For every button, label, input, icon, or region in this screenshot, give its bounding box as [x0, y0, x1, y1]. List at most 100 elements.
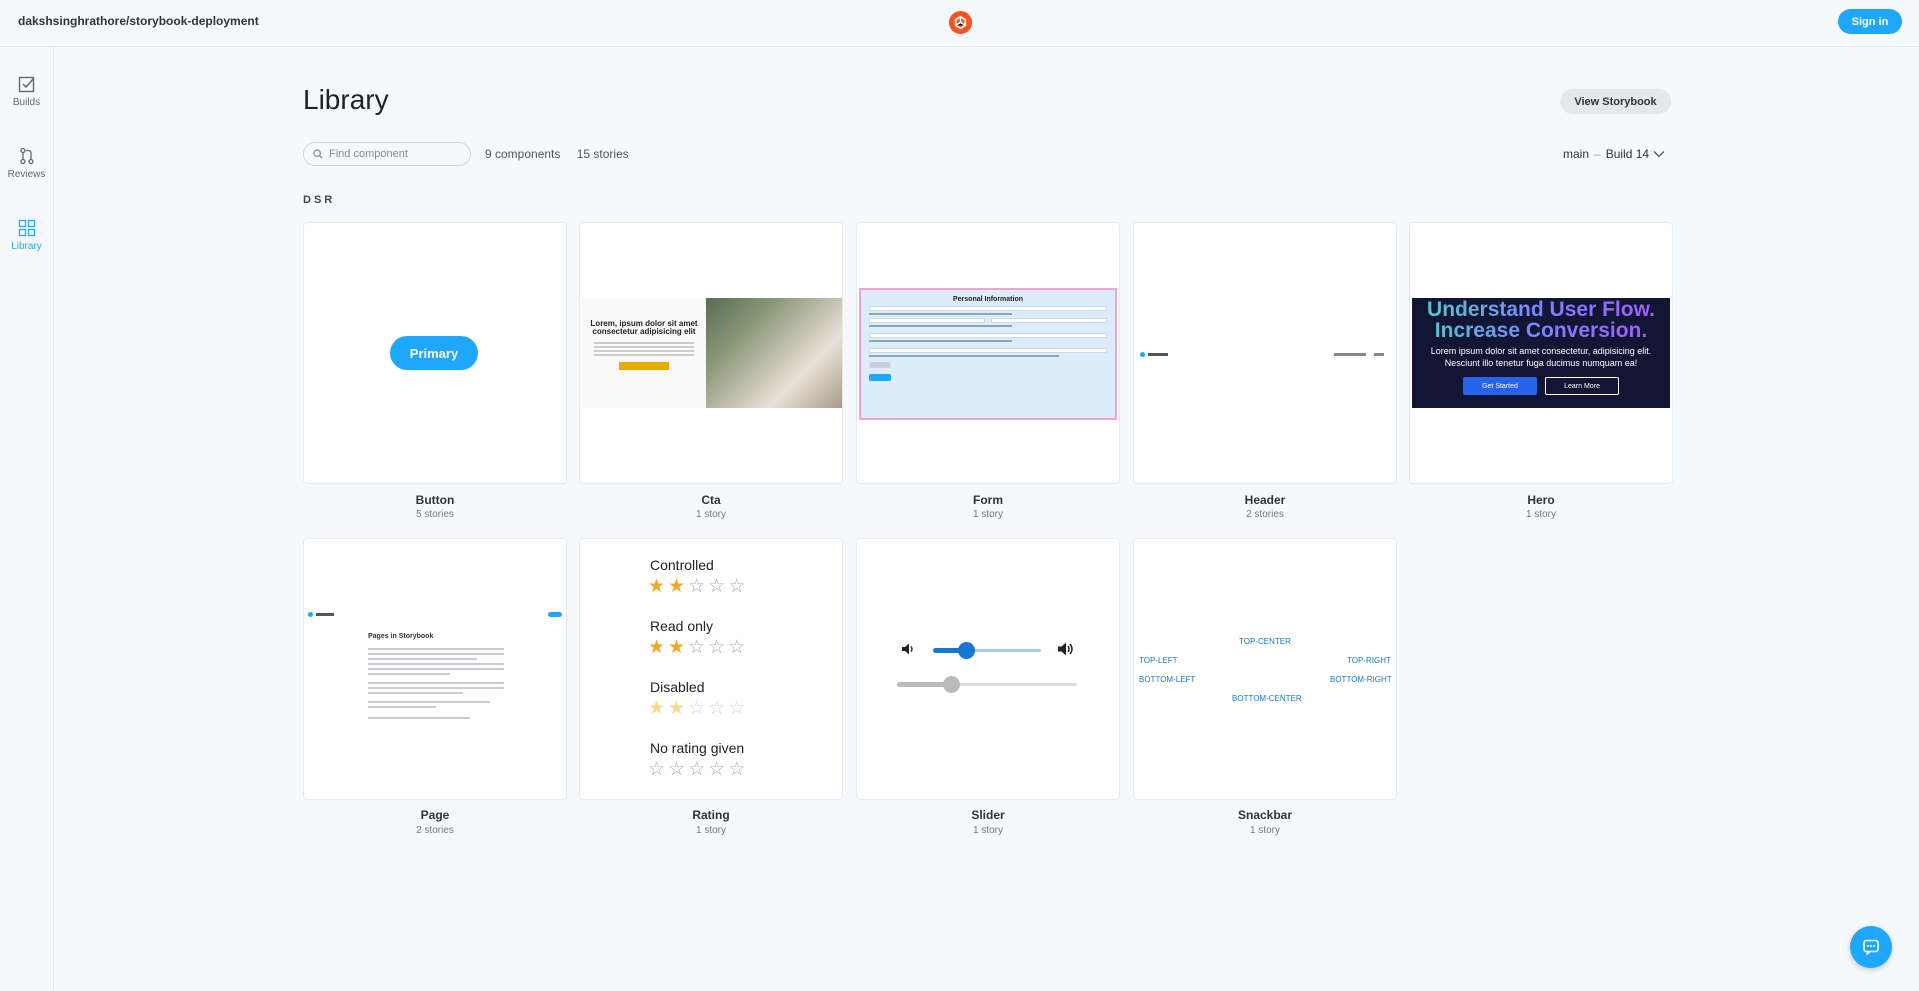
- counts: 9 components 15 stories: [485, 147, 642, 161]
- cta-paragraph: [594, 342, 694, 356]
- star-empty-icon: ☆: [728, 576, 746, 597]
- build-number: Build 14: [1605, 147, 1650, 161]
- star-filled-icon: ★: [668, 576, 686, 597]
- sign-in-button[interactable]: Sign in: [1838, 9, 1902, 34]
- hero-preview: Understand User Flow. Increase Conversio…: [1412, 298, 1670, 408]
- star-filled-icon: ★: [648, 576, 666, 597]
- header-brand: [1148, 353, 1168, 356]
- repo-name[interactable]: dakshsinghrathore/storybook-deployment: [18, 14, 259, 28]
- rating-label: Read only: [650, 618, 714, 634]
- hero-heading-2: Increase Conversion.: [1412, 320, 1670, 341]
- sidebar-item-reviews[interactable]: Reviews: [0, 147, 53, 207]
- snackbar-bottom-right: BOTTOM-RIGHT: [1330, 675, 1392, 684]
- rating-stars: ☆ ☆ ☆ ☆ ☆: [648, 760, 748, 779]
- branch-selector[interactable]: main – Build 14: [1563, 147, 1665, 161]
- hero-text: Lorem ipsum dolor sit amet consectetur, …: [1430, 346, 1652, 368]
- cta-text-block: Lorem, ipsum dolor sit amet consectetur …: [582, 298, 706, 408]
- star-filled-icon: ★: [668, 698, 686, 719]
- chat-button[interactable]: [1850, 926, 1892, 968]
- component-card-cta[interactable]: Lorem, ipsum dolor sit amet consectetur …: [579, 222, 843, 484]
- primary-button-preview: Primary: [390, 336, 478, 370]
- chromatic-logo-icon[interactable]: [948, 10, 973, 35]
- component-card-rating[interactable]: Controlled ★ ★ ☆ ☆ ☆ Read only ★ ★ ☆ ☆ ☆ Disable…: [579, 538, 843, 800]
- rating-stars: ★ ★ ☆ ☆ ☆: [648, 577, 748, 596]
- component-name[interactable]: Form: [856, 493, 1120, 507]
- star-filled-icon: ★: [648, 637, 666, 658]
- chat-icon: [1863, 939, 1879, 956]
- cta-button: [619, 362, 669, 370]
- star-empty-icon: ☆: [688, 637, 706, 658]
- story-count: 1 story: [695, 509, 726, 520]
- component-name[interactable]: Cta: [579, 493, 843, 507]
- chevron-down-icon: [1653, 151, 1665, 158]
- star-empty-icon: ☆: [708, 698, 726, 719]
- hero-primary-button: Get Started: [1463, 377, 1537, 395]
- header-welcome: [1334, 353, 1366, 356]
- grid-icon: [18, 219, 35, 237]
- component-card-form[interactable]: Personal Information: [856, 222, 1120, 484]
- story-count: 1 story: [1249, 825, 1280, 836]
- component-name[interactable]: Rating: [579, 808, 843, 822]
- sidebar-item-label: Reviews: [7, 169, 46, 180]
- component-card-snackbar[interactable]: TOP-CENTER TOP-LEFT TOP-RIGHT BOTTOM-LEF…: [1133, 538, 1397, 800]
- search-field[interactable]: [303, 142, 471, 166]
- component-name[interactable]: Button: [303, 493, 567, 507]
- header-logo-icon: [1140, 352, 1145, 357]
- disabled-slider-thumb: [943, 676, 960, 693]
- component-card-header[interactable]: [1133, 222, 1397, 484]
- star-empty-icon: ☆: [708, 576, 726, 597]
- component-name[interactable]: Header: [1133, 493, 1397, 507]
- page-heading: Pages in Storybook: [368, 633, 434, 640]
- snackbar-bottom-left: BOTTOM-LEFT: [1139, 675, 1196, 684]
- component-name[interactable]: Slider: [856, 808, 1120, 822]
- component-name[interactable]: Page: [303, 808, 567, 822]
- component-name[interactable]: Hero: [1409, 493, 1673, 507]
- star-empty-icon: ☆: [728, 698, 746, 719]
- story-count: 1 story: [1525, 509, 1556, 520]
- checkbox-icon: [18, 76, 35, 93]
- star-empty-icon: ☆: [708, 637, 726, 658]
- page-header-preview: [308, 612, 564, 618]
- search-icon: [313, 149, 323, 159]
- star-empty-icon: ☆: [668, 759, 686, 780]
- volume-up-icon: [1058, 642, 1073, 656]
- story-count: 5 stories: [416, 509, 454, 520]
- view-storybook-button[interactable]: View Storybook: [1560, 89, 1671, 114]
- story-count: 1 story: [695, 825, 726, 836]
- snackbar-top-left: TOP-LEFT: [1139, 656, 1178, 665]
- star-empty-icon: ☆: [648, 759, 666, 780]
- sidebar-item-builds[interactable]: Builds: [0, 75, 53, 135]
- cta-heading: Lorem, ipsum dolor sit amet consectetur …: [590, 319, 698, 336]
- search-input[interactable]: [329, 148, 459, 160]
- star-empty-icon: ☆: [688, 759, 706, 780]
- snackbar-top-center: TOP-CENTER: [1239, 637, 1291, 646]
- sidebar-item-label: Library: [11, 241, 42, 252]
- sidebar: Builds Reviews Library: [0, 47, 54, 991]
- rating-label: Disabled: [650, 679, 705, 695]
- component-card-slider[interactable]: [856, 538, 1120, 800]
- story-count: 2 stories: [416, 825, 454, 836]
- story-count: 2 stories: [1246, 509, 1284, 520]
- cta-preview: Lorem, ipsum dolor sit amet consectetur …: [582, 298, 842, 408]
- star-empty-icon: ☆: [708, 759, 726, 780]
- sidebar-item-label: Builds: [12, 97, 41, 108]
- hero-secondary-button: Learn More: [1545, 377, 1619, 395]
- top-bar: dakshsinghrathore/storybook-deployment S…: [0, 0, 1919, 47]
- hero-heading-1: Understand User Flow.: [1412, 299, 1670, 320]
- header-logout: [1374, 353, 1384, 356]
- stories-count: 15 stories: [576, 147, 629, 161]
- story-count: 1 story: [972, 825, 1003, 836]
- rating-stars: ★ ★ ☆ ☆ ☆: [648, 638, 748, 657]
- graduate-photo: [706, 298, 842, 408]
- form-preview: Personal Information: [859, 288, 1117, 420]
- component-card-page[interactable]: Pages in Storybook: [303, 538, 567, 800]
- star-filled-icon: ★: [648, 698, 666, 719]
- rating-stars: ★ ★ ☆ ☆ ☆: [648, 699, 748, 718]
- page-title: Library: [303, 84, 389, 115]
- component-card-hero[interactable]: Understand User Flow. Increase Conversio…: [1409, 222, 1673, 484]
- component-name[interactable]: Snackbar: [1133, 808, 1397, 822]
- sidebar-item-library[interactable]: Library: [0, 219, 53, 279]
- slider-thumb: [958, 642, 975, 659]
- rating-label: Controlled: [650, 557, 714, 573]
- component-card-button[interactable]: Primary: [303, 222, 567, 484]
